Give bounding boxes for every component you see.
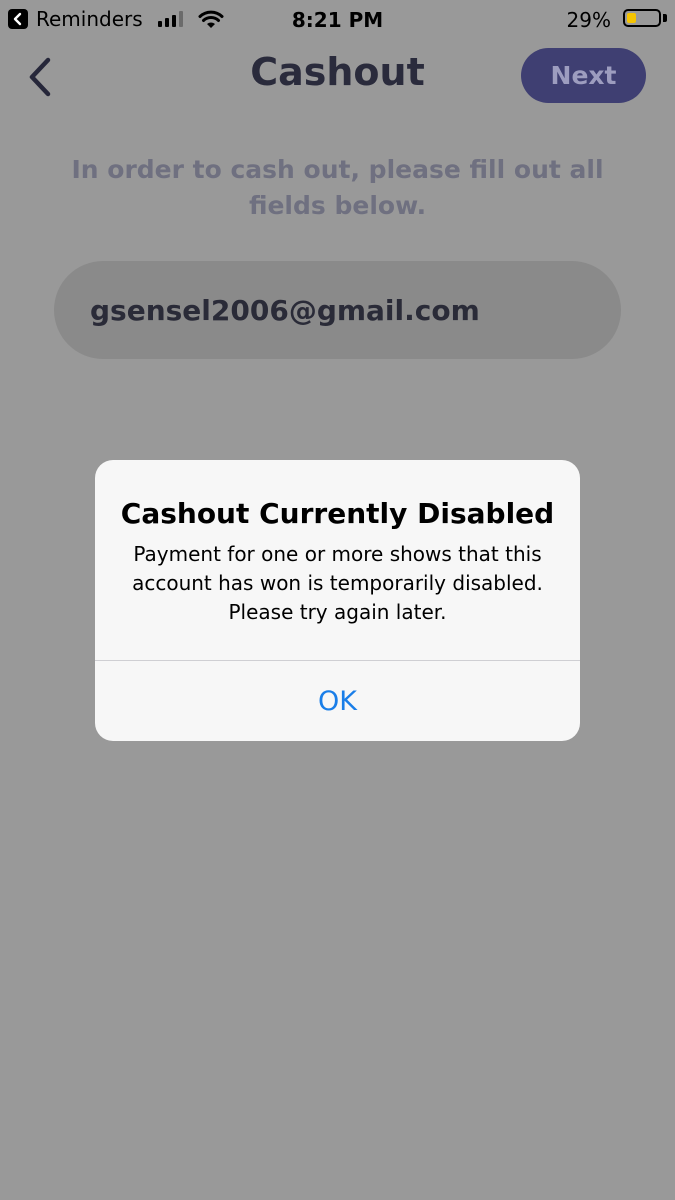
alert-message: Payment for one or more shows that this … — [132, 542, 543, 624]
battery-percentage: 29% — [566, 8, 611, 32]
instructions-text: In order to cash out, please fill out al… — [71, 155, 604, 220]
alert-dialog: Cashout Currently Disabled Payment for o… — [95, 460, 580, 741]
status-bar: Reminders 8:21 PM 29% — [0, 0, 675, 38]
email-field[interactable]: gsensel2006@gmail.com — [54, 261, 621, 359]
battery-nub — [663, 14, 667, 22]
next-button[interactable]: Next — [521, 48, 646, 103]
ok-button[interactable]: OK — [95, 661, 580, 741]
battery-icon — [623, 9, 661, 27]
alert-title: Cashout Currently Disabled — [120, 497, 555, 530]
